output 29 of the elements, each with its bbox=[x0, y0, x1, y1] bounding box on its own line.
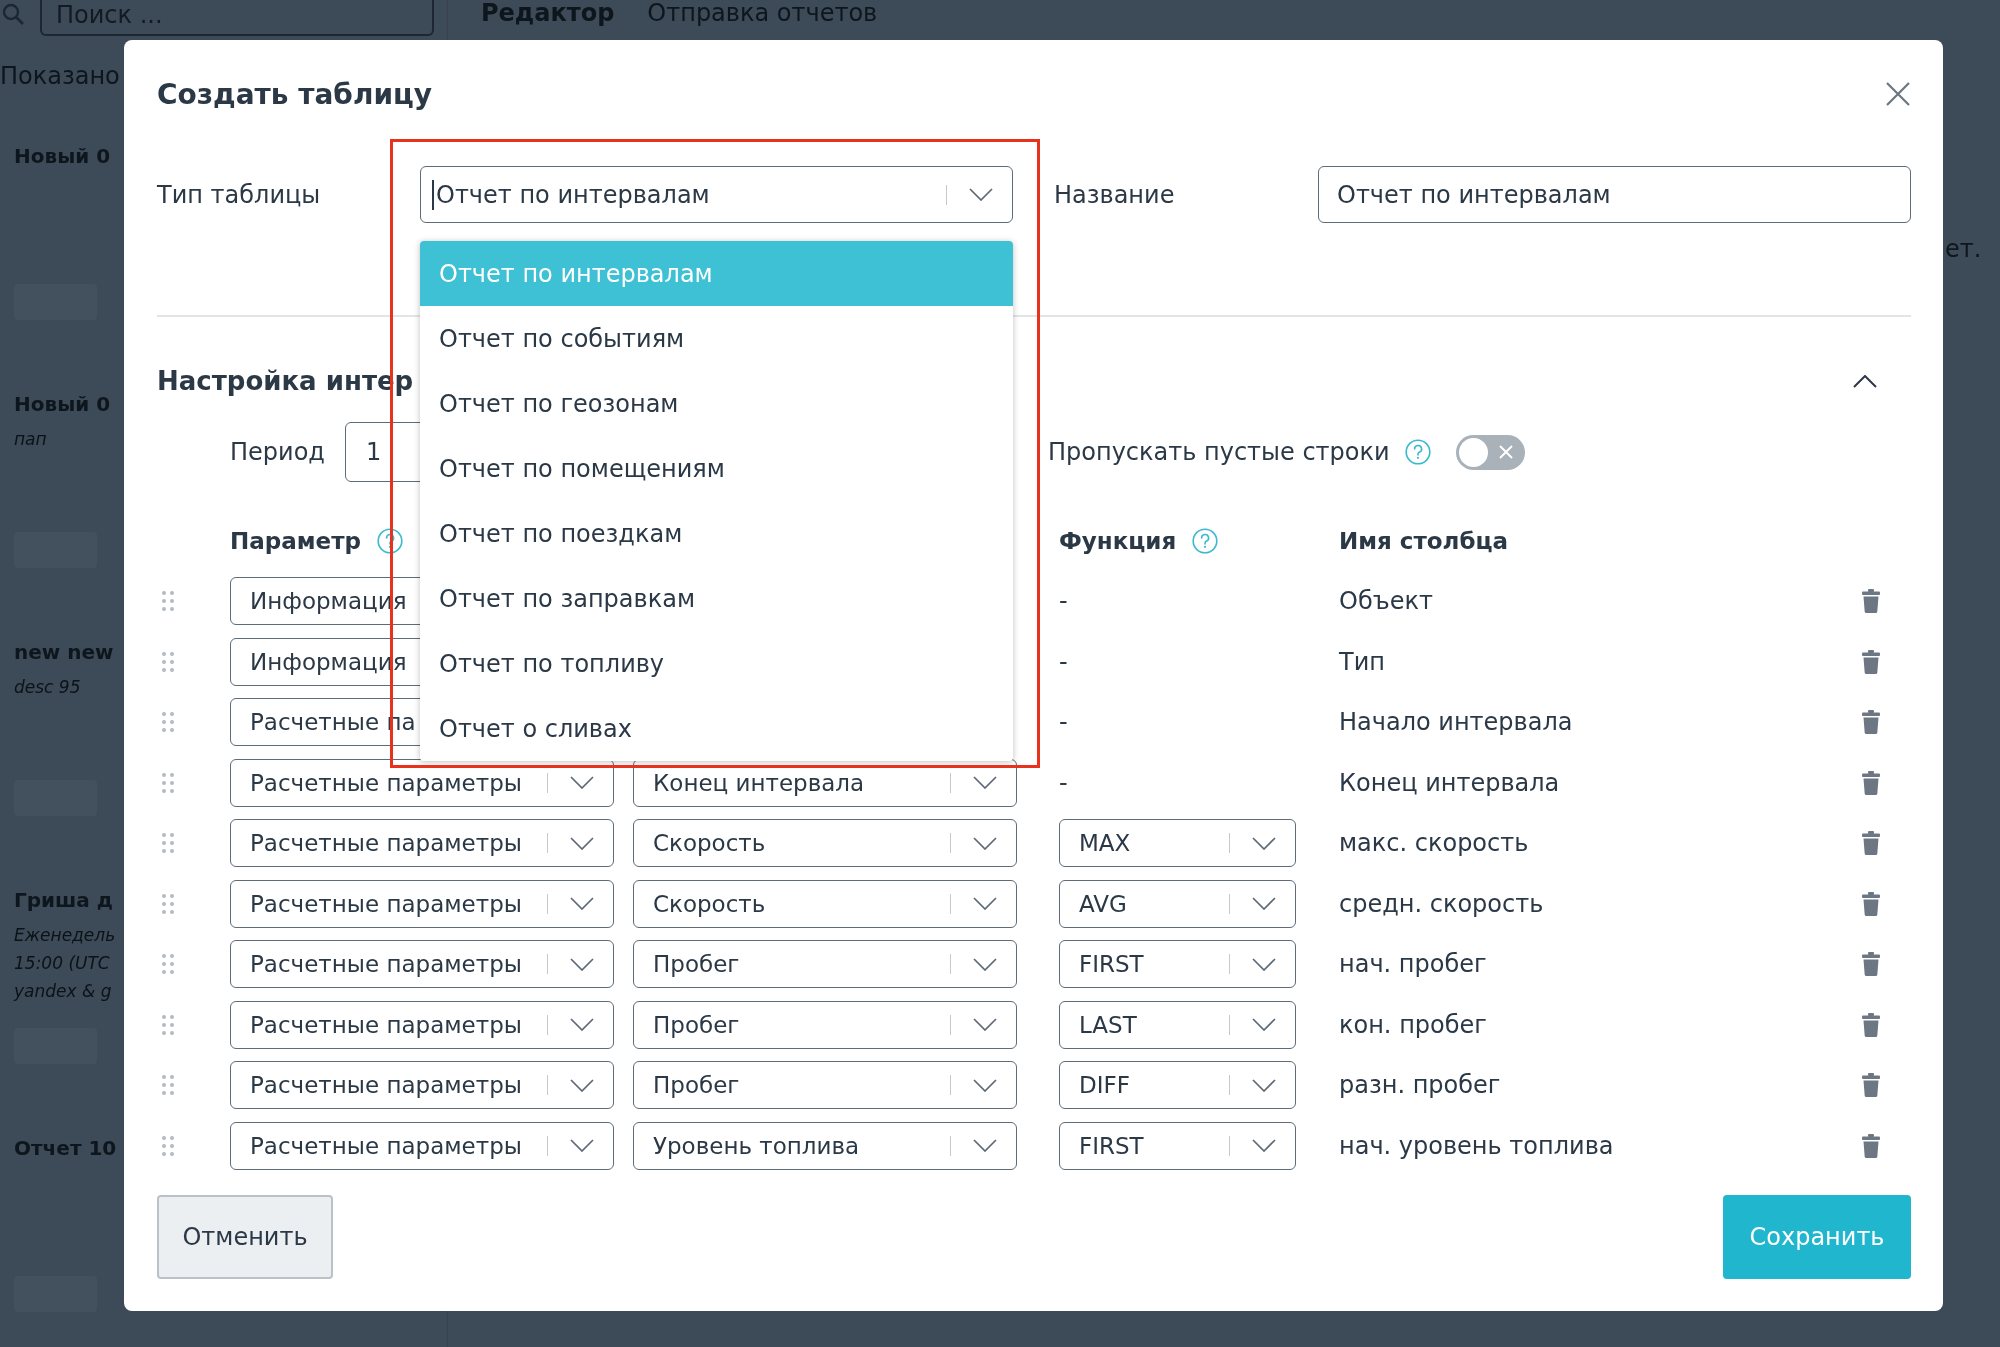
list-caption: Показано bbox=[0, 61, 120, 91]
dialog-title: Создать таблицу bbox=[157, 77, 433, 111]
column-name: нач. пробег bbox=[1339, 950, 1487, 979]
column-name: Конец интервала bbox=[1339, 768, 1560, 797]
column-header: Имя столбца bbox=[1339, 527, 1509, 556]
report-description: yandex & g bbox=[14, 980, 112, 1003]
function-value: - bbox=[1059, 647, 1068, 676]
column-header: Параметр bbox=[230, 527, 361, 556]
column-name: макс. скорость bbox=[1339, 829, 1529, 858]
column-name: разн. пробег bbox=[1339, 1071, 1501, 1100]
column-name: Начало интервала bbox=[1339, 708, 1573, 737]
field-label: Период bbox=[230, 437, 325, 467]
column-header: Функция bbox=[1059, 527, 1177, 556]
report-description: 15:00 (UTC bbox=[14, 952, 110, 975]
field-label: Тип таблицы bbox=[157, 179, 321, 210]
report-description: desc 95 bbox=[14, 676, 81, 699]
setting-label: Пропускать пустые строки bbox=[1048, 437, 1390, 467]
report-description: пап bbox=[14, 428, 47, 451]
function-value: - bbox=[1059, 708, 1068, 737]
column-name: нач. уровень топлива bbox=[1339, 1131, 1614, 1160]
function-value: - bbox=[1059, 768, 1068, 797]
report-description: Еженедель bbox=[14, 924, 116, 947]
column-name: кон. пробег bbox=[1339, 1010, 1487, 1039]
panel-text: ет. bbox=[1945, 235, 1982, 263]
column-name: средн. скорость bbox=[1339, 889, 1544, 918]
function-value: - bbox=[1059, 587, 1068, 615]
column-name: Объект bbox=[1339, 587, 1433, 615]
column-name: Тип bbox=[1339, 647, 1385, 676]
field-label: Название bbox=[1054, 179, 1175, 210]
